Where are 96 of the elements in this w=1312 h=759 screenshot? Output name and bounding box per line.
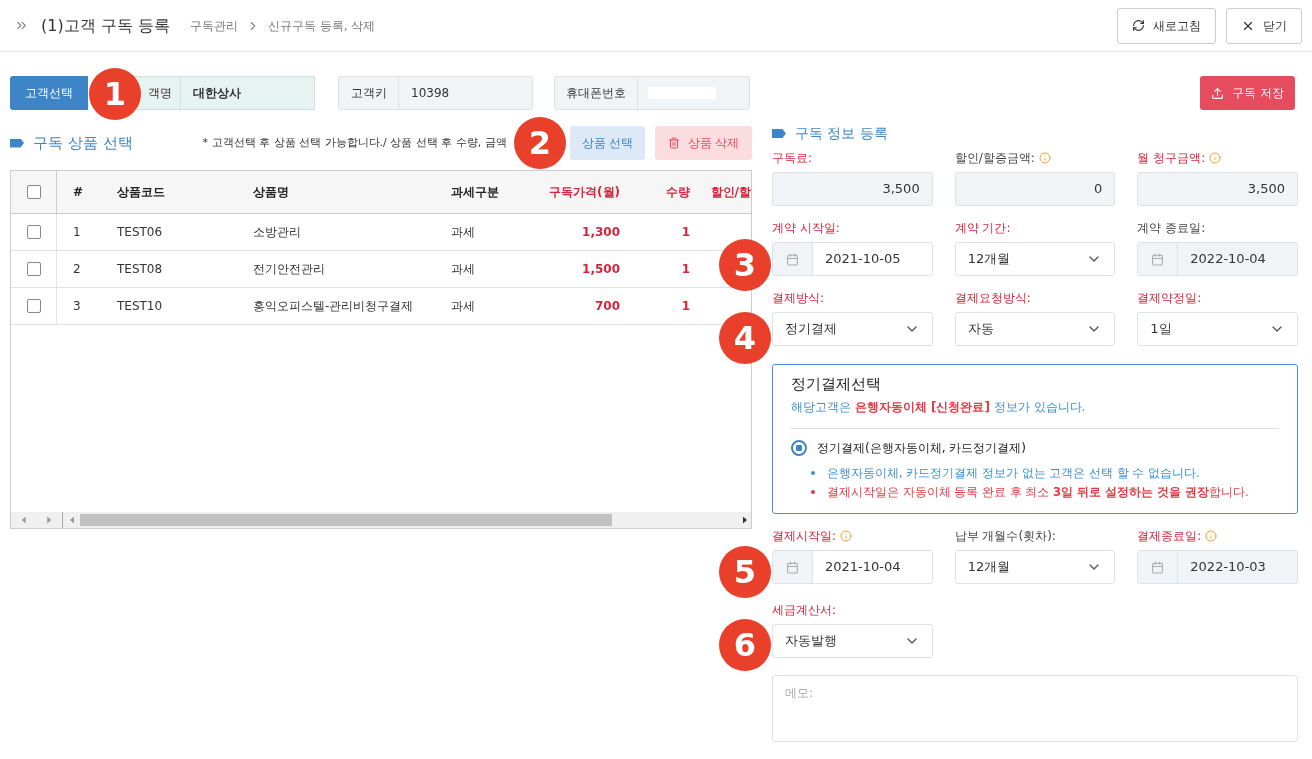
- field-label: 월 청구금액:: [1137, 150, 1206, 167]
- field-label: 세금계산서:: [772, 602, 837, 619]
- breadcrumb-item[interactable]: 구독관리: [189, 16, 238, 35]
- close-button[interactable]: 닫기: [1226, 7, 1302, 44]
- section-title: 구독 정보 등록: [795, 124, 888, 143]
- panel-title: 정기결제선택: [791, 374, 882, 395]
- checkbox[interactable]: [26, 262, 41, 276]
- table-cell-text: 1,500: [581, 261, 620, 278]
- page-title: (1)고객 구독 등록: [41, 14, 170, 37]
- info-icon: [1209, 152, 1222, 164]
- table-cell-text: TEST10: [116, 298, 164, 315]
- table-cell-text: 700: [593, 298, 620, 315]
- date-field[interactable]: 2022-10-03: [1137, 550, 1298, 584]
- section-title: 구독 상품 선택: [33, 132, 133, 154]
- field-label: 계약 종료일:: [1137, 220, 1206, 237]
- field-label: 구독료:: [772, 150, 813, 167]
- step-marker: 5: [719, 546, 771, 598]
- column-header: 할인/할: [709, 184, 751, 201]
- table-cell-text: 1: [680, 224, 690, 241]
- number-field[interactable]: 3,500: [772, 172, 933, 206]
- table-cell-text: 과세: [450, 298, 476, 315]
- field-label: 계약 기간:: [954, 220, 1011, 237]
- column-header: 상품코드: [116, 184, 166, 201]
- refresh-icon: [1132, 19, 1145, 32]
- table-cell-text: 과세: [450, 261, 476, 278]
- bullet-text: 은행자동이체, 카드정기결제 정보가 없는 고객은 선택 할 수 없습니다.: [827, 464, 1200, 482]
- tag-icon: [772, 129, 786, 138]
- checkbox[interactable]: [26, 299, 41, 313]
- radio-label: 정기결제(은행자동이체, 카드정기결제): [817, 439, 1026, 457]
- field-label: 결제종료일:: [1137, 528, 1202, 545]
- field-label: 고객키: [339, 77, 399, 109]
- field-label: 객명: [148, 85, 172, 102]
- table-cell-text: 홍익오피스텔-관리비청구결제: [252, 298, 415, 315]
- calendar-icon: [786, 252, 799, 266]
- calendar-icon: [1151, 252, 1165, 266]
- upload-icon: [1211, 86, 1225, 100]
- customer-key: 10398: [399, 77, 462, 109]
- field-label: 결제약정일:: [1137, 290, 1202, 307]
- customer-name: 대한상사: [192, 85, 242, 102]
- refresh-button[interactable]: 새로고침: [1117, 7, 1216, 44]
- table-cell-text: 2: [72, 261, 82, 278]
- number-field[interactable]: 3,500: [1137, 172, 1298, 206]
- table-cell-text: 소방관리: [252, 224, 302, 241]
- info-icon: [1038, 152, 1051, 164]
- notice-text: * 고객선택 후 상품 선택 가능합니다./ 상품 선택 후 수량, 금액: [202, 134, 507, 151]
- field-label: 할인/할증금액:: [954, 150, 1035, 167]
- table-cell-text: 3: [72, 298, 82, 315]
- info-icon: [840, 530, 853, 542]
- column-header: 상품명: [252, 184, 290, 201]
- field-label: 계약 시작일:: [772, 220, 840, 237]
- column-header: 과세구분: [450, 184, 500, 201]
- date-field[interactable]: 2021-10-04: [772, 550, 933, 584]
- calendar-icon: [786, 560, 799, 574]
- table-cell-text: 과세: [450, 224, 476, 241]
- info-icon: [1205, 530, 1218, 542]
- trash-icon: [667, 137, 680, 149]
- field-label: 결제방식:: [772, 290, 825, 307]
- field-label: 납부 개월수(횟차):: [954, 528, 1056, 545]
- step-marker: 2: [514, 117, 566, 169]
- select-field[interactable]: 1일: [1137, 312, 1298, 346]
- table-cell-text: TEST06: [116, 224, 164, 241]
- field-label: 결제시작일:: [772, 528, 837, 545]
- horizontal-scrollbar[interactable]: [11, 512, 751, 528]
- checkbox[interactable]: [26, 185, 41, 199]
- select-field[interactable]: 정기결제: [772, 312, 933, 346]
- number-field[interactable]: 0: [954, 172, 1116, 206]
- field-label: 휴대폰번호: [555, 77, 638, 109]
- panel-notice: 해당고객은 은행자동이체 [신청완료] 정보가 있습니다.: [791, 398, 1087, 416]
- column-header: 구독가격(월): [548, 184, 620, 201]
- table-cell-text: 1: [680, 298, 690, 315]
- radio-button[interactable]: [791, 439, 807, 456]
- step-marker: 3: [719, 239, 771, 291]
- checkbox[interactable]: [26, 225, 41, 239]
- field-label: 결제요청방식:: [954, 290, 1031, 307]
- tag-icon: [10, 138, 24, 148]
- breadcrumb-item[interactable]: 신규구독 등록, 삭제: [267, 16, 376, 35]
- step-marker: 4: [719, 312, 771, 364]
- step-marker: 6: [719, 619, 771, 671]
- select-field[interactable]: 12개월: [954, 242, 1116, 276]
- bullet-text: 결제시작일은 자동이체 등록 완료 후 최소 3일 뒤로 설정하는 것을 권장합니다.: [827, 483, 1249, 501]
- table-cell-text: 전기안전관리: [252, 261, 326, 278]
- table-cell-text: TEST08: [116, 261, 164, 278]
- step-marker: 1: [89, 68, 141, 120]
- save-button[interactable]: 구독 저장: [1200, 76, 1295, 110]
- select-field[interactable]: 자동: [954, 312, 1116, 346]
- select-field[interactable]: 12개월: [954, 550, 1116, 584]
- date-field[interactable]: 2021-10-05: [772, 242, 933, 276]
- table-cell-text: 1,300: [581, 224, 620, 241]
- column-header: 수량: [665, 184, 690, 201]
- table-cell-text: 1: [72, 224, 82, 241]
- table-cell-text: 1: [680, 261, 690, 278]
- customer-select-button[interactable]: 고객선택: [10, 76, 88, 110]
- select-field[interactable]: 자동발행: [772, 624, 933, 658]
- column-header: #: [72, 184, 85, 201]
- date-field[interactable]: 2022-10-04: [1137, 242, 1298, 276]
- calendar-icon: [1151, 560, 1165, 574]
